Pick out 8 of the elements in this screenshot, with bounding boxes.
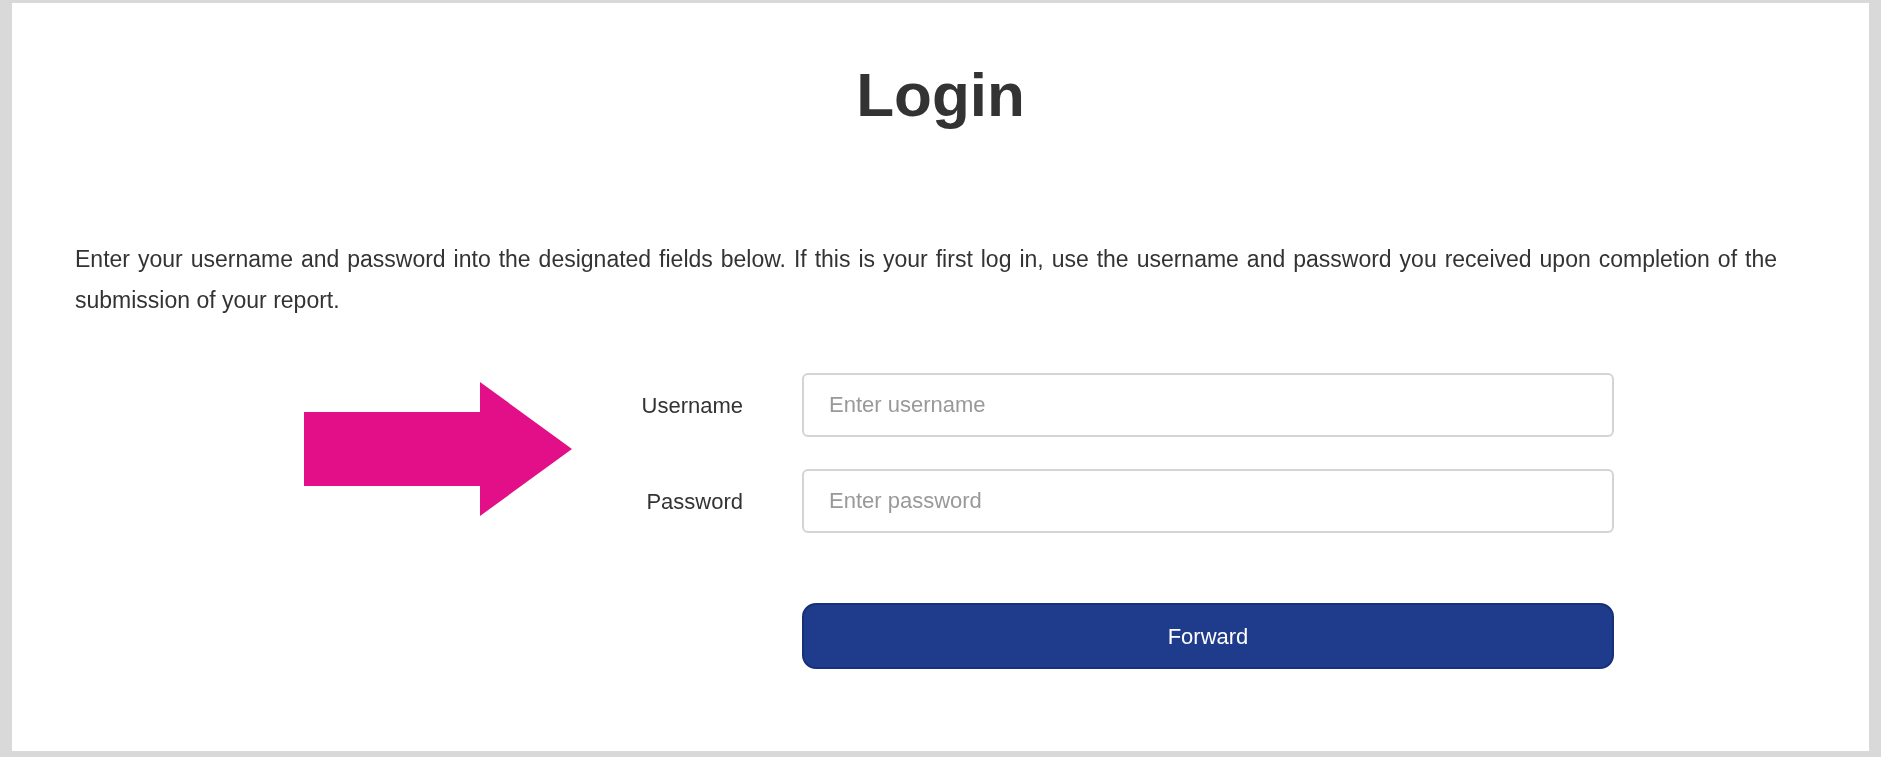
username-field[interactable]: Enter username — [802, 373, 1614, 437]
field-label: Username — [640, 391, 743, 420]
field-label: Password — [645, 487, 743, 516]
forward-button[interactable]: Forward — [802, 603, 1614, 669]
page-title: Login — [856, 59, 1025, 131]
instructions-text: Enter your username and password into the designated fields below. If this is your first log in, use the username and password you received upon completion of the submission of your report. — [75, 245, 1777, 315]
arrow-icon — [304, 382, 572, 516]
password-field[interactable]: Enter password — [802, 469, 1614, 533]
